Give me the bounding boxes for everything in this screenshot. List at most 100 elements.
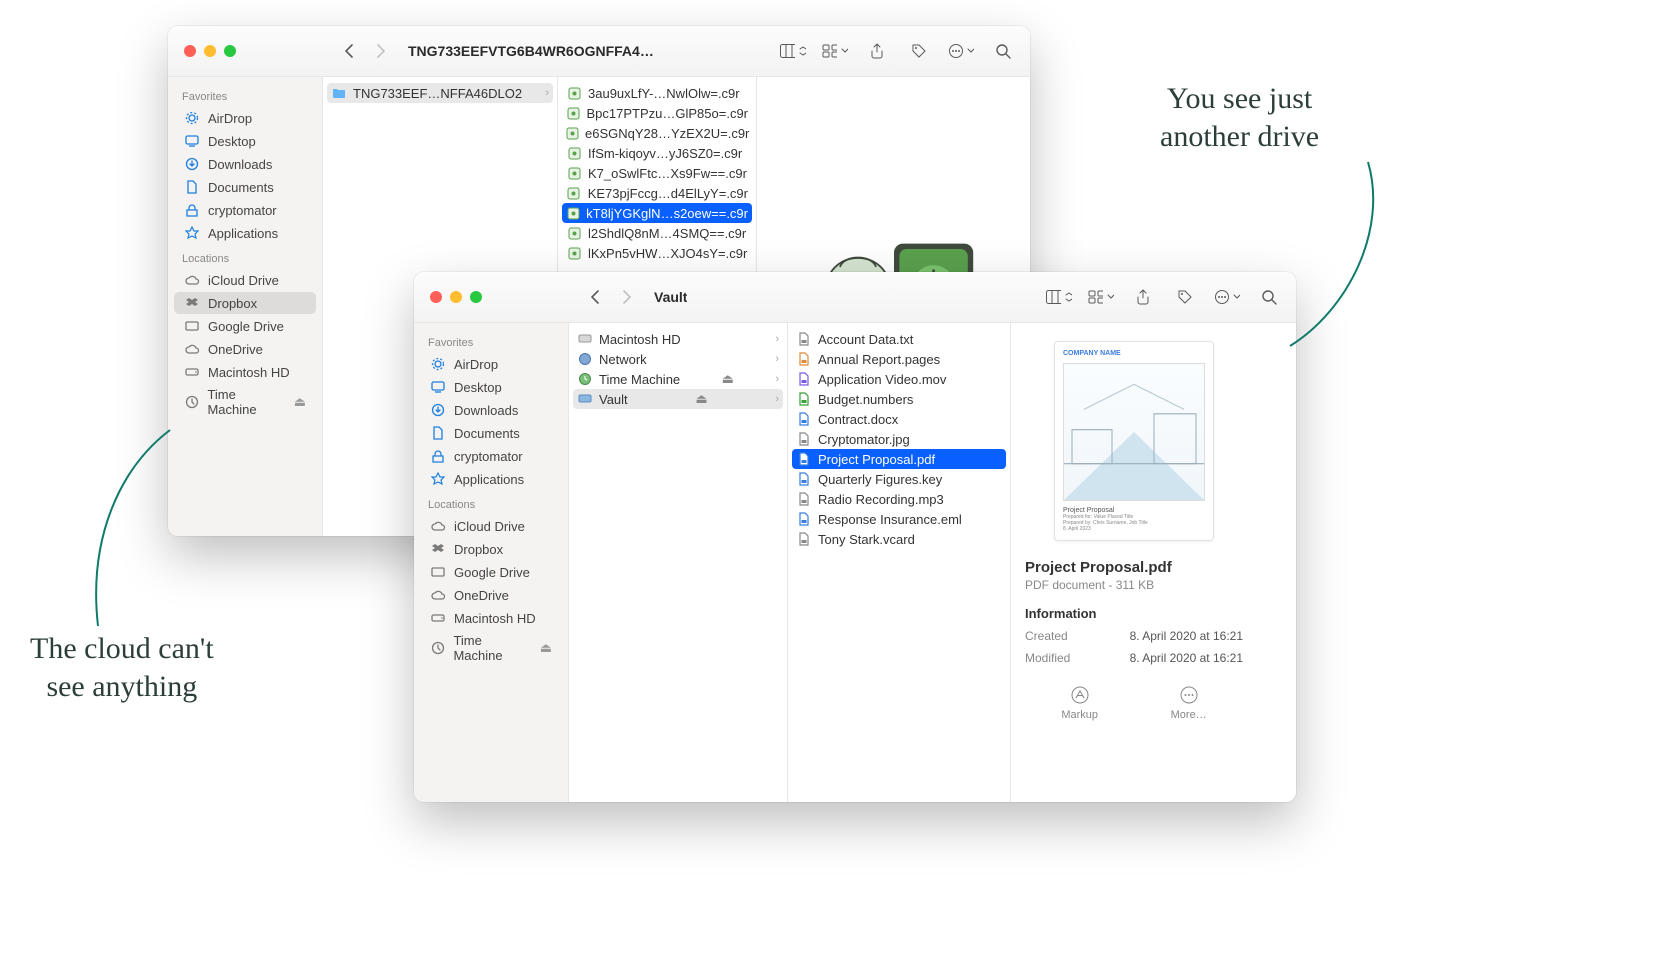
file-row[interactable]: lKxPn5vHW…XJO4sY=.c9r — [558, 243, 756, 263]
volume-row-macintosh-hd[interactable]: Macintosh HD › — [569, 329, 787, 349]
volume-icon — [577, 331, 593, 347]
file-row[interactable]: Application Video.mov — [788, 369, 1010, 389]
sidebar-item-desktop[interactable]: Desktop — [420, 376, 562, 398]
file-row[interactable]: e6SGNqY28…YzEX2U=.c9r — [558, 123, 756, 143]
file-row[interactable]: Bpc17PTPzu…GlP85o=.c9r — [558, 103, 756, 123]
eject-icon[interactable]: ⏏ — [294, 394, 306, 410]
preview-detail-pane: COMPANY NAME Project Proposal Prepared f… — [1011, 323, 1257, 802]
file-name: K7_oSwlFtc…Xs9Fw==.c9r — [588, 166, 747, 181]
sidebar-item-downloads[interactable]: Downloads — [420, 399, 562, 421]
maximize-button[interactable] — [470, 291, 482, 303]
traffic-lights — [184, 45, 236, 57]
sidebar-icon — [430, 587, 446, 603]
file-row[interactable]: Tony Stark.vcard — [788, 529, 1010, 549]
file-row[interactable]: K7_oSwlFtc…Xs9Fw==.c9r — [558, 163, 756, 183]
file-row[interactable]: Response Insurance.eml — [788, 509, 1010, 529]
close-button[interactable] — [430, 291, 442, 303]
sidebar-item-applications[interactable]: Applications — [420, 468, 562, 490]
sidebar-icon — [184, 179, 200, 195]
sidebar-item-google-drive[interactable]: Google Drive — [174, 315, 316, 337]
sidebar-item-label: AirDrop — [454, 357, 498, 372]
minimize-button[interactable] — [450, 291, 462, 303]
sidebar-item-cryptomator[interactable]: cryptomator — [420, 445, 562, 467]
folder-row[interactable]: TNG733EEF…NFFA46DLO2 › — [327, 83, 553, 103]
eject-icon[interactable]: ⏏ — [722, 371, 734, 387]
volume-row-vault[interactable]: Vault ⏏ › — [573, 389, 783, 409]
volume-row-network[interactable]: Network › — [569, 349, 787, 369]
close-button[interactable] — [184, 45, 196, 57]
file-row[interactable]: Radio Recording.mp3 — [788, 489, 1010, 509]
tags-button[interactable] — [906, 38, 932, 64]
tags-button[interactable] — [1172, 284, 1198, 310]
sidebar-item-downloads[interactable]: Downloads — [174, 153, 316, 175]
file-row[interactable]: Account Data.txt — [788, 329, 1010, 349]
sidebar-item-documents[interactable]: Documents — [420, 422, 562, 444]
sidebar-item-documents[interactable]: Documents — [174, 176, 316, 198]
file-row[interactable]: Budget.numbers — [788, 389, 1010, 409]
sidebar-item-onedrive[interactable]: OneDrive — [420, 584, 562, 606]
file-row[interactable]: IfSm-kiqoyv…yJ6SZ0=.c9r — [558, 143, 756, 163]
sidebar-item-dropbox[interactable]: Dropbox — [174, 292, 316, 314]
sidebar-item-icloud-drive[interactable]: iCloud Drive — [174, 269, 316, 291]
chevron-right-icon: › — [545, 87, 549, 99]
action-button[interactable] — [948, 38, 974, 64]
sidebar-item-onedrive[interactable]: OneDrive — [174, 338, 316, 360]
view-columns-button[interactable] — [1046, 284, 1072, 310]
volume-row-time-machine[interactable]: Time Machine ⏏ › — [569, 369, 787, 389]
action-button[interactable] — [1214, 284, 1240, 310]
sidebar-item-desktop[interactable]: Desktop — [174, 130, 316, 152]
file-row[interactable]: Contract.docx — [788, 409, 1010, 429]
file-row[interactable]: 3au9uxLfY-…NwlOlw=.c9r — [558, 83, 756, 103]
sidebar-icon — [430, 564, 446, 580]
more-action[interactable]: More… — [1171, 685, 1207, 721]
file-row[interactable]: Project Proposal.pdf — [792, 449, 1006, 469]
group-by-button[interactable] — [1088, 284, 1114, 310]
minimize-button[interactable] — [204, 45, 216, 57]
back-button[interactable] — [582, 283, 610, 311]
file-row[interactable]: KE73pjFccg…d4ElLyY=.c9r — [558, 183, 756, 203]
sidebar-item-dropbox[interactable]: Dropbox — [420, 538, 562, 560]
sidebar-item-time-machine[interactable]: Time Machine ⏏ — [420, 630, 562, 666]
window-title: Vault — [654, 289, 687, 305]
sidebar-item-icloud-drive[interactable]: iCloud Drive — [420, 515, 562, 537]
sidebar-item-macintosh-hd[interactable]: Macintosh HD — [420, 607, 562, 629]
encrypted-file-icon — [566, 85, 582, 101]
sidebar-item-label: cryptomator — [454, 449, 523, 464]
eject-icon[interactable]: ⏏ — [695, 391, 707, 407]
toolbar: TNG733EEFVTG6B4WR6OGNFFA4… — [168, 26, 1030, 77]
file-icon — [796, 371, 812, 387]
sidebar-item-cryptomator[interactable]: cryptomator — [174, 199, 316, 221]
forward-button[interactable] — [612, 283, 640, 311]
sidebar-item-label: Macintosh HD — [208, 365, 290, 380]
sidebar-item-macintosh-hd[interactable]: Macintosh HD — [174, 361, 316, 383]
detail-info-header: Information — [1025, 606, 1243, 621]
sidebar-item-airdrop[interactable]: AirDrop — [174, 107, 316, 129]
file-icon — [796, 331, 812, 347]
share-button[interactable] — [864, 38, 890, 64]
file-row[interactable]: Quarterly Figures.key — [788, 469, 1010, 489]
sidebar-item-airdrop[interactable]: AirDrop — [420, 353, 562, 375]
view-columns-button[interactable] — [780, 38, 806, 64]
file-row[interactable]: Cryptomator.jpg — [788, 429, 1010, 449]
sidebar-item-applications[interactable]: Applications — [174, 222, 316, 244]
maximize-button[interactable] — [224, 45, 236, 57]
back-button[interactable] — [336, 37, 364, 65]
file-thumbnail: COMPANY NAME Project Proposal Prepared f… — [1054, 341, 1214, 541]
sidebar-item-time-machine[interactable]: Time Machine ⏏ — [174, 384, 316, 420]
sidebar-item-google-drive[interactable]: Google Drive — [420, 561, 562, 583]
search-button[interactable] — [990, 38, 1016, 64]
group-by-button[interactable] — [822, 38, 848, 64]
detail-filetype: PDF document - 311 KB — [1025, 578, 1243, 592]
file-row[interactable]: Annual Report.pages — [788, 349, 1010, 369]
share-button[interactable] — [1130, 284, 1156, 310]
file-row[interactable]: l2ShdlQ8nM…4SMQ==.c9r — [558, 223, 756, 243]
traffic-lights — [430, 291, 482, 303]
sidebar-icon — [184, 110, 200, 126]
sidebar-icon — [430, 640, 445, 656]
forward-button[interactable] — [366, 37, 394, 65]
file-row[interactable]: kT8ljYGKglN…s2oew==.c9r — [562, 203, 752, 223]
annotation-arrow-left — [70, 428, 190, 628]
eject-icon[interactable]: ⏏ — [540, 640, 552, 656]
file-name: e6SGNqY28…YzEX2U=.c9r — [585, 126, 749, 141]
markup-action[interactable]: Markup — [1061, 685, 1098, 721]
